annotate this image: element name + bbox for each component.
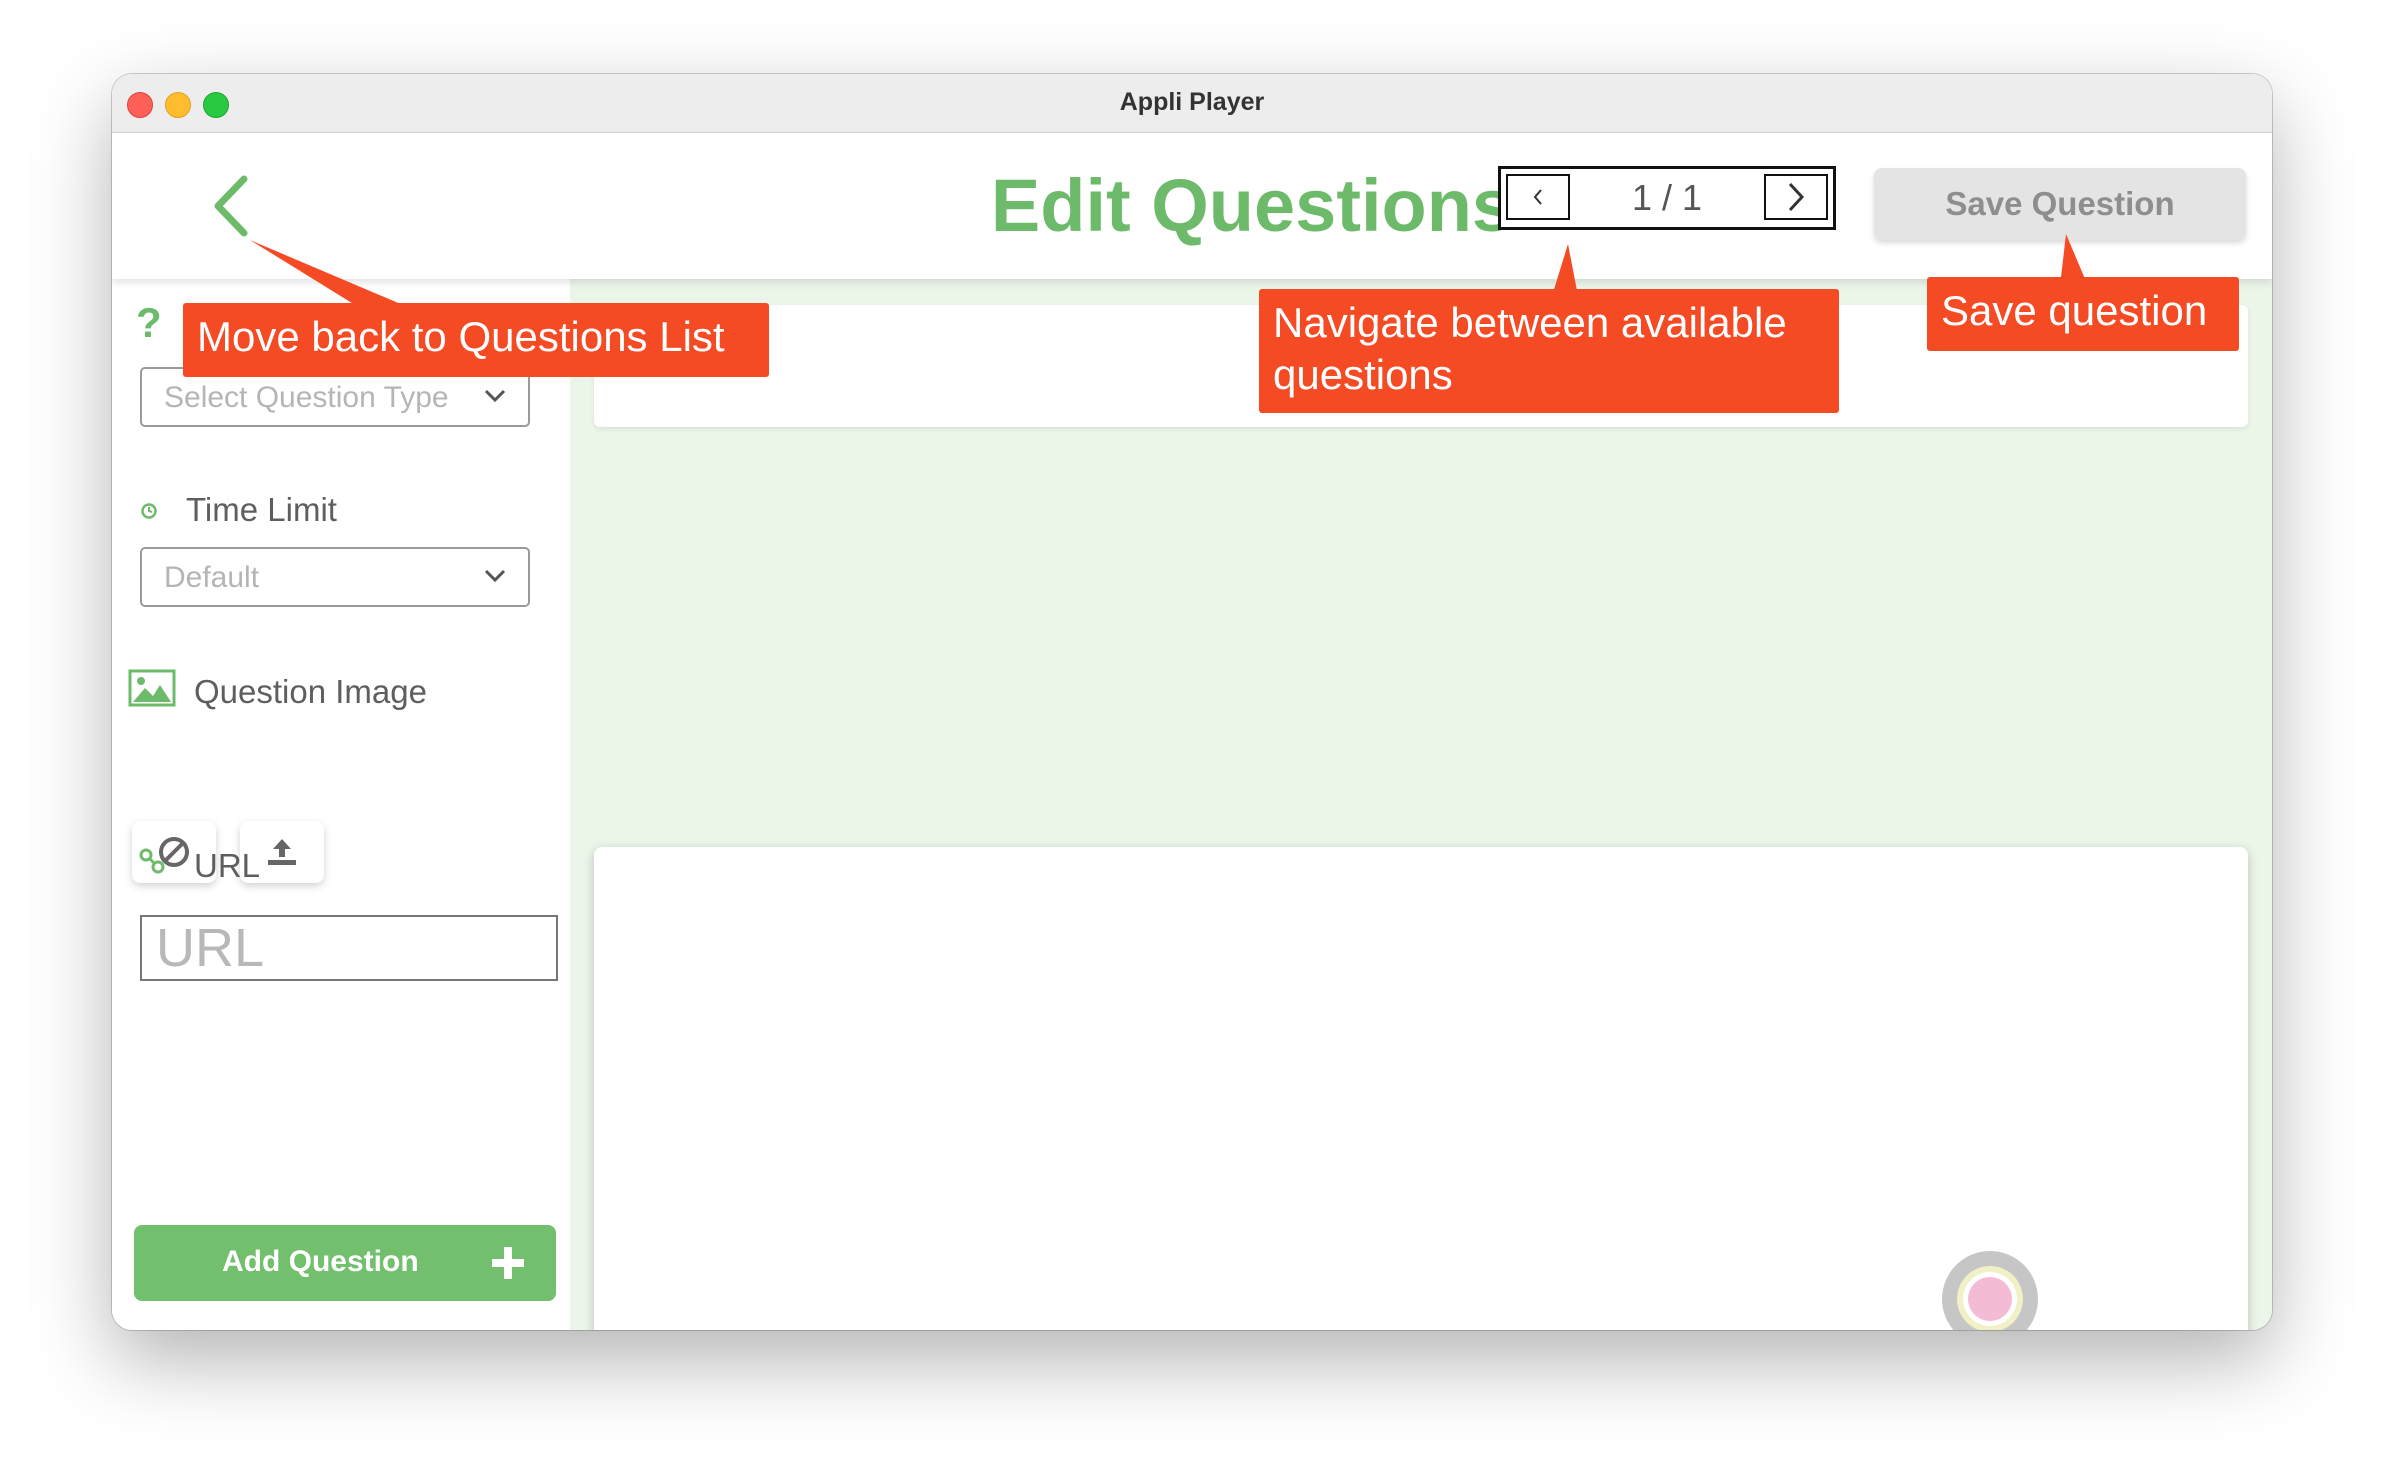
question-image-label: Question Image — [194, 673, 427, 710]
settings-sidebar: ? Select Question Type Time Limit Defaul… — [112, 279, 570, 1330]
chevron-down-icon — [484, 569, 506, 583]
page-title: Edit Questions — [990, 164, 1514, 247]
time-limit-value: Default — [164, 561, 260, 594]
chevron-right-icon — [1788, 182, 1805, 212]
chevron-left-icon — [1533, 189, 1542, 205]
clock-icon — [141, 503, 157, 519]
back-callout: Move back to Questions List — [183, 303, 769, 377]
link-icon — [139, 848, 165, 874]
chevron-down-icon — [484, 389, 506, 403]
window-title: Appli Player — [1119, 88, 1265, 116]
url-input[interactable] — [140, 915, 558, 981]
navigate-callout: Navigate between available questions — [1259, 289, 1839, 413]
page-counter: 1 / 1 — [1631, 177, 1703, 218]
image-icon — [128, 669, 176, 707]
assistive-touch-button[interactable] — [1940, 1249, 2040, 1330]
title-bar: Appli Player — [112, 74, 2272, 133]
time-limit-select[interactable]: Default — [140, 547, 530, 607]
next-question-button[interactable] — [1764, 174, 1828, 220]
question-navigator: 1 / 1 — [1498, 166, 1836, 230]
question-editor: Wha — [570, 279, 2272, 1330]
question-type-placeholder: Select Question Type — [164, 381, 449, 414]
upload-icon — [268, 839, 296, 865]
time-limit-label: Time Limit — [186, 491, 337, 528]
save-callout: Save question — [1927, 277, 2239, 351]
add-question-button[interactable]: Add Question — [134, 1225, 556, 1301]
question-mark-icon: ? — [136, 299, 162, 346]
previous-question-button[interactable] — [1506, 174, 1570, 220]
plus-icon — [492, 1247, 524, 1279]
add-question-label: Add Question — [222, 1245, 419, 1278]
url-label: URL — [194, 847, 261, 884]
